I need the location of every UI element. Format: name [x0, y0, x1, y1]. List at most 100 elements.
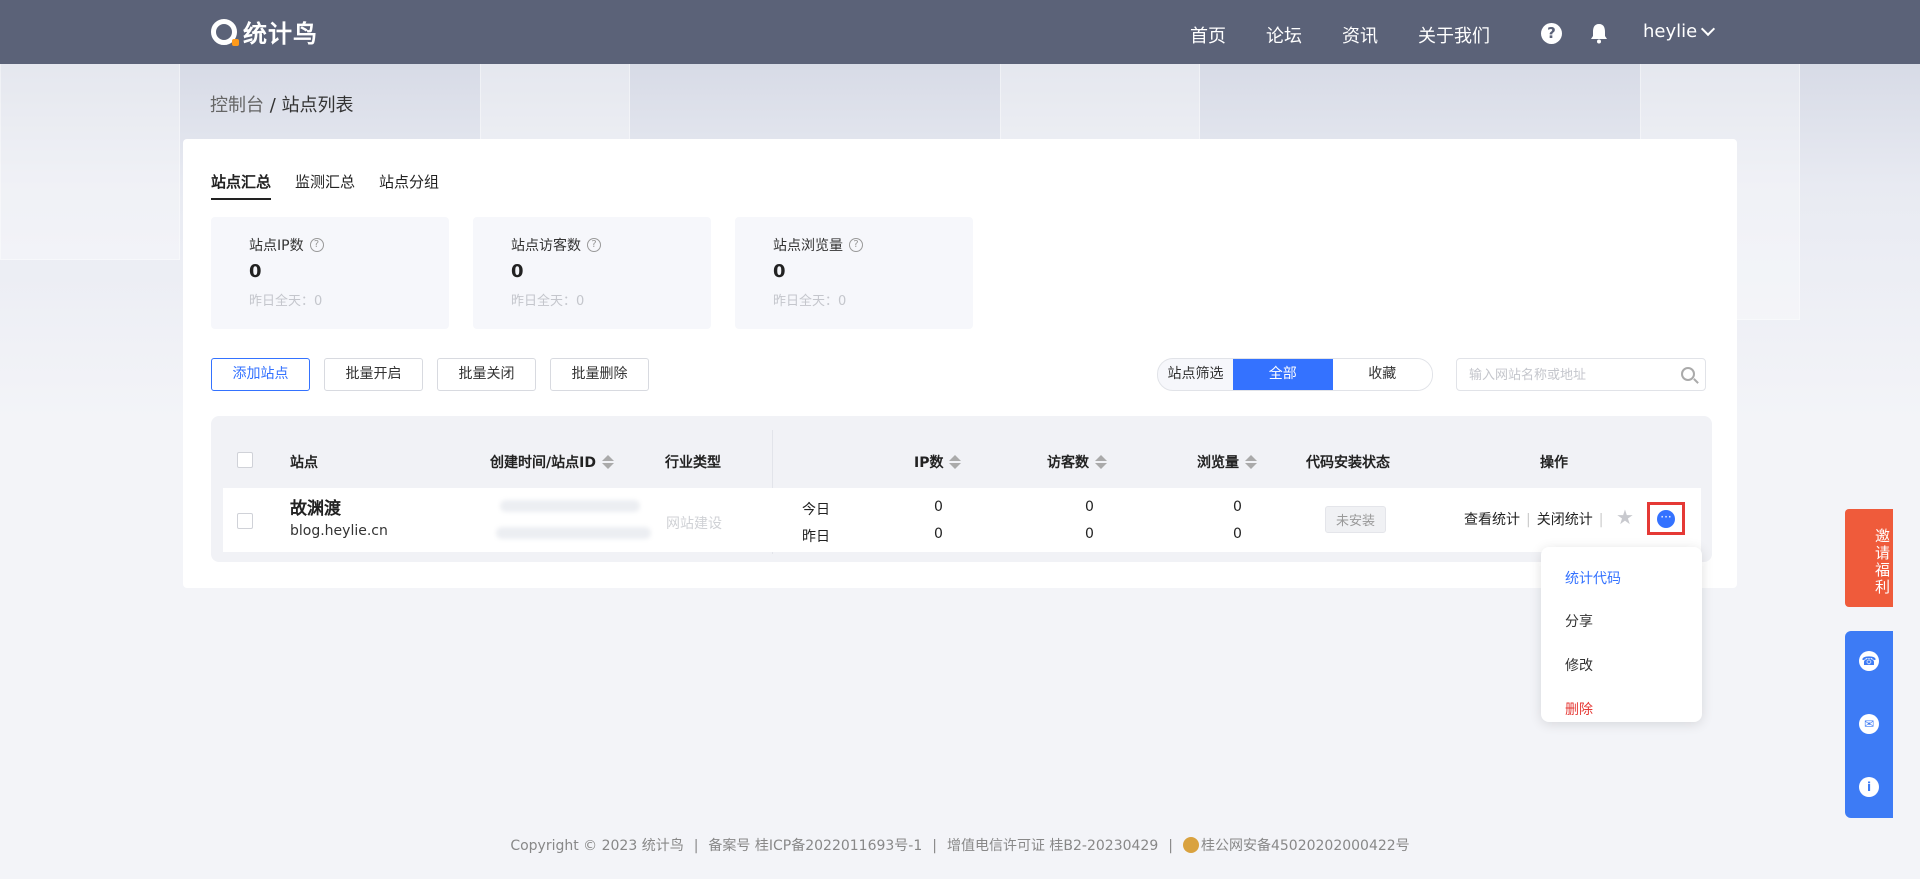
search-input[interactable]	[1469, 359, 1669, 390]
site-table: 站点 创建时间/站点ID 行业类型 IP数 访客数 浏览量 代码安装状态 操作 …	[211, 416, 1712, 562]
stat-card-pageviews: 站点浏览量? 0 昨日全天：0	[735, 217, 973, 329]
stat-value: 0	[511, 261, 524, 282]
invite-promo-tab[interactable]: 邀请福利	[1845, 509, 1893, 607]
col-actions: 操作	[1540, 452, 1568, 472]
footer-icp[interactable]: 备案号 桂ICP备2022011693号-1	[708, 838, 922, 854]
logo-text: 统计鸟	[243, 20, 318, 48]
floating-contact-panel: ☎ ✉ i	[1845, 631, 1893, 818]
batch-delete-button[interactable]: 批量删除	[550, 358, 649, 391]
more-actions-menu: 统计代码 分享 修改 删除	[1541, 547, 1702, 722]
industry-type: 网站建设	[666, 516, 722, 532]
col-ip-label: IP数	[914, 455, 944, 471]
more-icon: ···	[1657, 509, 1675, 528]
col-pageviews-label: 浏览量	[1197, 455, 1239, 471]
site-search	[1456, 358, 1706, 391]
menu-item-edit[interactable]: 修改	[1565, 655, 1593, 675]
info-icon[interactable]: i	[1859, 777, 1879, 797]
wechat-icon[interactable]: ✉	[1859, 714, 1879, 734]
col-created[interactable]: 创建时间/站点ID	[490, 452, 614, 472]
footer-separator: |	[1168, 838, 1173, 854]
add-site-button[interactable]: 添加站点	[211, 358, 310, 391]
filter-all[interactable]: 全部	[1233, 359, 1333, 390]
username: heylie	[1643, 21, 1698, 42]
col-industry-label: 行业类型	[665, 455, 721, 471]
sort-icon[interactable]	[601, 455, 614, 469]
site-name[interactable]: 故渊渡	[290, 494, 341, 519]
close-stats-link[interactable]: 关闭统计	[1537, 512, 1593, 528]
blurred-site-id	[496, 527, 651, 539]
row-actions: 查看统计 | 关闭统计 |	[1464, 509, 1609, 529]
logo[interactable]: 统计鸟	[211, 14, 318, 49]
stat-label: 站点IP数	[249, 238, 304, 254]
col-visitors[interactable]: 访客数	[1047, 452, 1107, 472]
menu-item-share[interactable]: 分享	[1565, 611, 1593, 631]
more-actions-button[interactable]: ···	[1647, 502, 1685, 535]
stat-sub: 昨日全天：0	[773, 294, 847, 309]
nav-about[interactable]: 关于我们	[1418, 22, 1490, 48]
stat-value: 0	[249, 261, 262, 282]
help-icon[interactable]: ?	[1541, 23, 1562, 44]
main-nav: 首页 论坛 资讯 关于我们	[1190, 22, 1530, 48]
col-ip[interactable]: IP数	[914, 452, 962, 472]
stat-card-ip: 站点IP数? 0 昨日全天：0	[211, 217, 449, 329]
site-url: blog.heylie.cn	[290, 523, 388, 539]
search-icon[interactable]	[1681, 367, 1695, 381]
question-icon[interactable]: ?	[587, 238, 601, 252]
footer-license[interactable]: 增值电信许可证 桂B2-20230429	[947, 838, 1158, 854]
nav-home[interactable]: 首页	[1190, 22, 1226, 48]
blurred-created-time	[500, 500, 640, 512]
action-divider: |	[1526, 512, 1531, 528]
table-header: 站点 创建时间/站点ID 行业类型 IP数 访客数 浏览量 代码安装状态 操作	[211, 416, 1712, 498]
col-pageviews[interactable]: 浏览量	[1197, 452, 1257, 472]
support-icon[interactable]: ☎	[1859, 651, 1879, 671]
breadcrumb-sep: /	[264, 95, 282, 116]
ip-yesterday: 0	[934, 526, 943, 542]
menu-item-delete[interactable]: 删除	[1565, 699, 1593, 719]
footer: Copyright © 2023 统计鸟 | 备案号 桂ICP备2022011693…	[0, 835, 1920, 855]
stat-label: 站点浏览量	[773, 238, 843, 254]
col-install-status: 代码安装状态	[1306, 452, 1390, 472]
pageviews-today: 0	[1233, 499, 1242, 515]
tab-monitor-summary[interactable]: 监测汇总	[295, 171, 355, 200]
col-install-status-label: 代码安装状态	[1306, 455, 1390, 471]
yesterday-label: 昨日	[802, 529, 830, 545]
site-list-card: 站点汇总 监测汇总 站点分组 站点IP数? 0 昨日全天：0 站点访客数? 0 …	[183, 139, 1737, 588]
sort-icon[interactable]	[1095, 455, 1107, 469]
ip-today: 0	[934, 499, 943, 515]
user-menu[interactable]: heylie	[1643, 21, 1716, 42]
footer-police[interactable]: 桂公网安备45020202000422号	[1201, 838, 1410, 854]
col-industry: 行业类型	[665, 452, 721, 472]
site-filter: 站点筛选 全部 收藏	[1157, 358, 1433, 391]
pageviews-yesterday: 0	[1233, 526, 1242, 542]
breadcrumb: 控制台 / 站点列表	[210, 91, 354, 117]
breadcrumb-parent[interactable]: 控制台	[210, 95, 264, 116]
table-row: 故渊渡 blog.heylie.cn 网站建设 今日 昨日 0 0 0 0 0 …	[223, 488, 1701, 552]
stat-value: 0	[773, 261, 786, 282]
batch-close-button[interactable]: 批量关闭	[437, 358, 536, 391]
col-site-label: 站点	[290, 455, 318, 471]
select-all-checkbox[interactable]	[237, 452, 253, 468]
bell-icon[interactable]	[1589, 22, 1609, 44]
col-created-label: 创建时间/站点ID	[490, 455, 596, 471]
sort-icon[interactable]	[949, 455, 962, 469]
col-actions-label: 操作	[1540, 455, 1568, 471]
star-icon[interactable]: ★	[1616, 505, 1634, 529]
stat-card-visitors: 站点访客数? 0 昨日全天：0	[473, 217, 711, 329]
col-site: 站点	[290, 452, 318, 472]
menu-item-stat-code[interactable]: 统计代码	[1565, 568, 1621, 588]
batch-open-button[interactable]: 批量开启	[324, 358, 423, 391]
view-stats-link[interactable]: 查看统计	[1464, 512, 1520, 528]
filter-label: 站点筛选	[1167, 366, 1224, 382]
question-icon[interactable]: ?	[849, 238, 863, 252]
footer-separator: |	[693, 838, 699, 854]
tab-site-summary[interactable]: 站点汇总	[211, 171, 272, 200]
sort-icon[interactable]	[1245, 455, 1257, 469]
nav-news[interactable]: 资讯	[1342, 22, 1378, 48]
nav-forum[interactable]: 论坛	[1266, 22, 1302, 48]
filter-favorites[interactable]: 收藏	[1332, 359, 1432, 390]
question-icon[interactable]: ?	[309, 238, 324, 252]
footer-copyright: Copyright © 2023 统计鸟	[510, 838, 684, 854]
chevron-down-icon	[1701, 21, 1716, 36]
row-checkbox[interactable]	[237, 513, 253, 529]
tab-site-group[interactable]: 站点分组	[379, 171, 439, 200]
